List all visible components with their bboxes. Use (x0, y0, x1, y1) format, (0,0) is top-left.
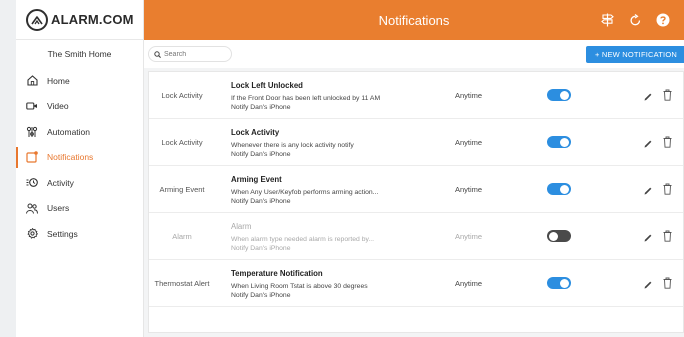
sidebar-item-label: Notifications (47, 152, 94, 163)
users-icon (26, 202, 38, 214)
help-icon[interactable] (656, 13, 670, 27)
toggle-knob (549, 231, 558, 241)
table-row[interactable]: Alarm Alarm When alarm type needed alarm… (149, 213, 683, 260)
table-row[interactable]: Lock Activity Lock Left Unlocked If the … (149, 72, 683, 119)
enable-toggle[interactable] (547, 277, 571, 289)
sidebar-item-label: Settings (47, 228, 78, 239)
notification-type: Arming Event (159, 184, 205, 194)
notification-condition: When Any User/Keyfob performs arming act… (231, 189, 379, 196)
video-icon (26, 100, 38, 112)
notification-title: Arming Event (231, 175, 282, 184)
table-row[interactable]: Arming Event Arming Event When Any User/… (149, 166, 683, 213)
signpost-icon[interactable] (600, 13, 614, 27)
toggle-knob (560, 90, 569, 100)
automation-icon (26, 126, 38, 138)
search-icon (154, 45, 161, 63)
brand-logo[interactable]: ALARM.COM (16, 0, 143, 40)
sidebar: ALARM.COM The Smith Home Home Video Auto (16, 0, 144, 337)
notification-condition: When alarm type needed alarm is reported… (231, 236, 375, 243)
delete-trash-icon[interactable] (663, 276, 673, 289)
notification-description: Lock Activity Whenever there is any lock… (231, 128, 451, 160)
enable-toggle[interactable] (547, 136, 571, 148)
notification-type: Lock Activity (161, 137, 203, 147)
edit-pencil-icon[interactable] (643, 230, 655, 242)
app-window: ALARM.COM The Smith Home Home Video Auto (16, 0, 684, 337)
sidebar-item-automation[interactable]: Automation (16, 119, 143, 145)
edit-pencil-icon[interactable] (643, 183, 655, 195)
sidebar-item-label: Home (47, 75, 70, 86)
notification-recipient: Notify Dan's iPhone (231, 150, 291, 158)
notification-schedule: Anytime (455, 279, 483, 288)
notification-recipient: Notify Dan's iPhone (231, 291, 291, 299)
home-icon (26, 75, 38, 87)
enable-toggle[interactable] (547, 183, 571, 195)
notification-schedule: Anytime (455, 91, 483, 100)
notification-title: Lock Left Unlocked (231, 81, 303, 90)
notification-recipient: Notify Dan's iPhone (231, 244, 291, 252)
toolbar: + NEW NOTIFICATION (144, 40, 684, 68)
notification-recipient: Notify Dan's iPhone (231, 197, 291, 205)
activity-icon (26, 177, 38, 189)
brand-text: ALARM.COM (51, 12, 134, 27)
home-name[interactable]: The Smith Home (16, 40, 143, 68)
notification-type: Thermostat Alert (154, 278, 210, 288)
enable-toggle[interactable] (547, 89, 571, 101)
settings-icon (26, 228, 38, 240)
edit-pencil-icon[interactable] (643, 277, 655, 289)
notification-title: Alarm (231, 222, 252, 231)
sidebar-item-settings[interactable]: Settings (16, 221, 143, 247)
toggle-knob (560, 278, 569, 288)
notification-schedule: Anytime (455, 185, 483, 194)
notification-icon (26, 151, 38, 163)
delete-trash-icon[interactable] (663, 135, 673, 148)
delete-trash-icon[interactable] (663, 229, 673, 242)
search-box[interactable] (148, 46, 232, 62)
sidebar-item-label: Automation (47, 126, 90, 137)
sidebar-item-notifications[interactable]: Notifications (16, 145, 143, 171)
notification-schedule: Anytime (455, 138, 483, 147)
sidebar-nav: Home Video Automation Notifications Acti… (16, 68, 143, 247)
sidebar-item-label: Users (47, 203, 70, 214)
delete-trash-icon[interactable] (663, 182, 673, 195)
edit-pencil-icon[interactable] (643, 89, 655, 101)
enable-toggle[interactable] (547, 230, 571, 242)
edit-pencil-icon[interactable] (643, 136, 655, 148)
sidebar-item-users[interactable]: Users (16, 196, 143, 222)
notification-description: Lock Left Unlocked If the Front Door has… (231, 81, 451, 113)
notification-description: Temperature Notification When Living Roo… (231, 269, 451, 301)
notification-schedule: Anytime (455, 232, 483, 241)
notification-recipient: Notify Dan's iPhone (231, 103, 291, 111)
notification-description: Arming Event When Any User/Keyfob perfor… (231, 175, 451, 207)
notifications-list: Lock Activity Lock Left Unlocked If the … (148, 71, 684, 333)
new-notification-button[interactable]: + NEW NOTIFICATION (586, 46, 684, 63)
sidebar-item-home[interactable]: Home (16, 68, 143, 94)
notification-title: Lock Activity (231, 128, 280, 137)
sidebar-item-video[interactable]: Video (16, 94, 143, 120)
delete-trash-icon[interactable] (663, 88, 673, 101)
toggle-knob (560, 137, 569, 147)
notification-description: Alarm When alarm type needed alarm is re… (231, 222, 451, 254)
search-input[interactable] (164, 50, 228, 58)
header-actions (600, 0, 670, 40)
table-row[interactable]: Thermostat Alert Temperature Notificatio… (149, 260, 683, 307)
alarm-logo-icon (26, 8, 48, 31)
toggle-knob (560, 184, 569, 194)
notification-title: Temperature Notification (231, 269, 323, 278)
table-row[interactable]: Lock Activity Lock Activity Whenever the… (149, 119, 683, 166)
top-header: Notifications (144, 0, 684, 40)
notification-condition: When Living Room Tstat is above 30 degre… (231, 283, 368, 290)
notification-type: Alarm (172, 231, 192, 241)
notifications-content: Lock Activity Lock Left Unlocked If the … (144, 68, 684, 337)
notification-condition: If the Front Door has been left unlocked… (231, 95, 381, 102)
sidebar-item-label: Video (47, 101, 69, 112)
sidebar-item-activity[interactable]: Activity (16, 170, 143, 196)
notification-condition: Whenever there is any lock activity noti… (231, 142, 354, 149)
refresh-icon[interactable] (628, 13, 642, 27)
notification-type: Lock Activity (161, 90, 203, 100)
sidebar-item-label: Activity (47, 177, 74, 188)
